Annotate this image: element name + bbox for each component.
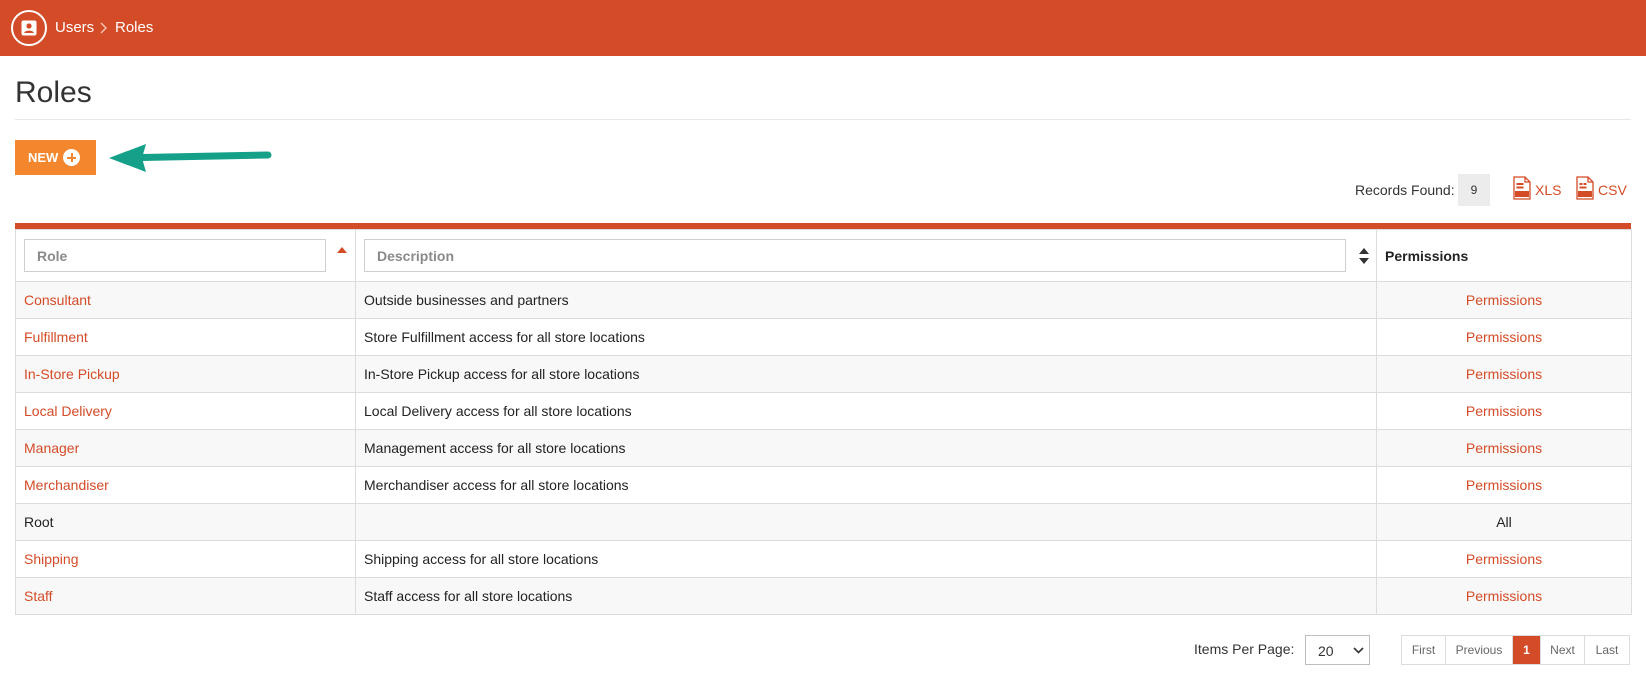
- permissions-link[interactable]: Permissions: [1466, 477, 1542, 493]
- title-divider: [15, 119, 1631, 120]
- role-link[interactable]: Manager: [24, 440, 79, 456]
- xls-file-icon: [1513, 176, 1531, 200]
- csv-file-icon: [1576, 176, 1594, 200]
- role-link[interactable]: Merchandiser: [24, 477, 109, 493]
- table-row: Fulfillment Store Fulfillment access for…: [15, 318, 1632, 356]
- current-page-button[interactable]: 1: [1513, 636, 1541, 664]
- description-column-header: [355, 229, 1377, 282]
- permissions-link[interactable]: Permissions: [1466, 440, 1542, 456]
- role-description: Staff access for all store locations: [355, 577, 1377, 615]
- role-description: [355, 503, 1377, 541]
- role-column-header: [15, 229, 356, 282]
- chevron-down-icon: [1353, 647, 1364, 654]
- next-page-button[interactable]: Next: [1541, 636, 1585, 664]
- export-csv-link[interactable]: CSV: [1576, 176, 1628, 202]
- items-per-page-label: Items Per Page:: [1194, 641, 1295, 657]
- plus-circle-icon: [63, 149, 80, 166]
- table-header-row: Permissions: [15, 229, 1632, 282]
- sort-ascending-icon[interactable]: [337, 247, 347, 253]
- new-button-label: NEW: [28, 150, 59, 165]
- permissions-link[interactable]: Permissions: [1466, 551, 1542, 567]
- role-link[interactable]: Fulfillment: [24, 329, 88, 345]
- role-name: Root: [24, 514, 54, 530]
- table-row: Merchandiser Merchandiser access for all…: [15, 466, 1632, 504]
- description-filter-input[interactable]: [364, 239, 1346, 272]
- permissions-value: All: [1496, 514, 1512, 530]
- permissions-link[interactable]: Permissions: [1466, 292, 1542, 308]
- table-row: Staff Staff access for all store locatio…: [15, 577, 1632, 615]
- role-description: Merchandiser access for all store locati…: [355, 466, 1377, 504]
- role-description: Store Fulfillment access for all store l…: [355, 318, 1377, 356]
- breadcrumb-roles: Roles: [115, 19, 154, 36]
- role-link[interactable]: Shipping: [24, 551, 79, 567]
- export-xls-link[interactable]: XLS: [1513, 176, 1563, 202]
- table-row: Shipping Shipping access for all store l…: [15, 540, 1632, 578]
- export-xls-label: XLS: [1535, 182, 1562, 198]
- role-filter-input[interactable]: [24, 239, 326, 272]
- items-per-page-value: 20: [1318, 643, 1334, 659]
- role-description: Shipping access for all store locations: [355, 540, 1377, 578]
- table-row: Local Delivery Local Delivery access for…: [15, 392, 1632, 430]
- role-description: Management access for all store location…: [355, 429, 1377, 467]
- table-row: In-Store Pickup In-Store Pickup access f…: [15, 355, 1632, 393]
- chevron-right-icon: [100, 21, 107, 39]
- role-description: Local Delivery access for all store loca…: [355, 392, 1377, 430]
- roles-table: Permissions Consultant Outside businesse…: [15, 223, 1632, 615]
- first-page-button[interactable]: First: [1402, 636, 1446, 664]
- table-row: Manager Management access for all store …: [15, 429, 1632, 467]
- user-card-icon[interactable]: [11, 10, 47, 46]
- arrow-left-icon: [109, 144, 272, 172]
- role-link[interactable]: Local Delivery: [24, 403, 112, 419]
- permissions-link[interactable]: Permissions: [1466, 366, 1542, 382]
- previous-page-button[interactable]: Previous: [1446, 636, 1513, 664]
- new-role-button[interactable]: NEW: [15, 140, 96, 175]
- export-csv-label: CSV: [1598, 182, 1627, 198]
- role-link[interactable]: In-Store Pickup: [24, 366, 120, 382]
- role-link[interactable]: Consultant: [24, 292, 91, 308]
- records-count: 9: [1458, 174, 1490, 206]
- items-per-page-select[interactable]: 20: [1305, 635, 1370, 665]
- page-title: Roles: [15, 76, 92, 109]
- records-found-label: Records Found:: [1355, 182, 1455, 198]
- permissions-column-header: Permissions: [1376, 229, 1632, 282]
- role-description: Outside businesses and partners: [355, 281, 1377, 319]
- table-row: Root All: [15, 503, 1632, 541]
- pagination: First Previous 1 Next Last: [1401, 635, 1630, 665]
- table-row: Consultant Outside businesses and partne…: [15, 281, 1632, 319]
- breadcrumb-users[interactable]: Users: [55, 19, 94, 37]
- sort-icon[interactable]: [1359, 248, 1369, 264]
- top-bar: Users Roles: [0, 0, 1646, 56]
- permissions-link[interactable]: Permissions: [1466, 403, 1542, 419]
- role-description: In-Store Pickup access for all store loc…: [355, 355, 1377, 393]
- last-page-button[interactable]: Last: [1585, 636, 1629, 664]
- permissions-link[interactable]: Permissions: [1466, 329, 1542, 345]
- permissions-link[interactable]: Permissions: [1466, 588, 1542, 604]
- role-link[interactable]: Staff: [24, 588, 53, 604]
